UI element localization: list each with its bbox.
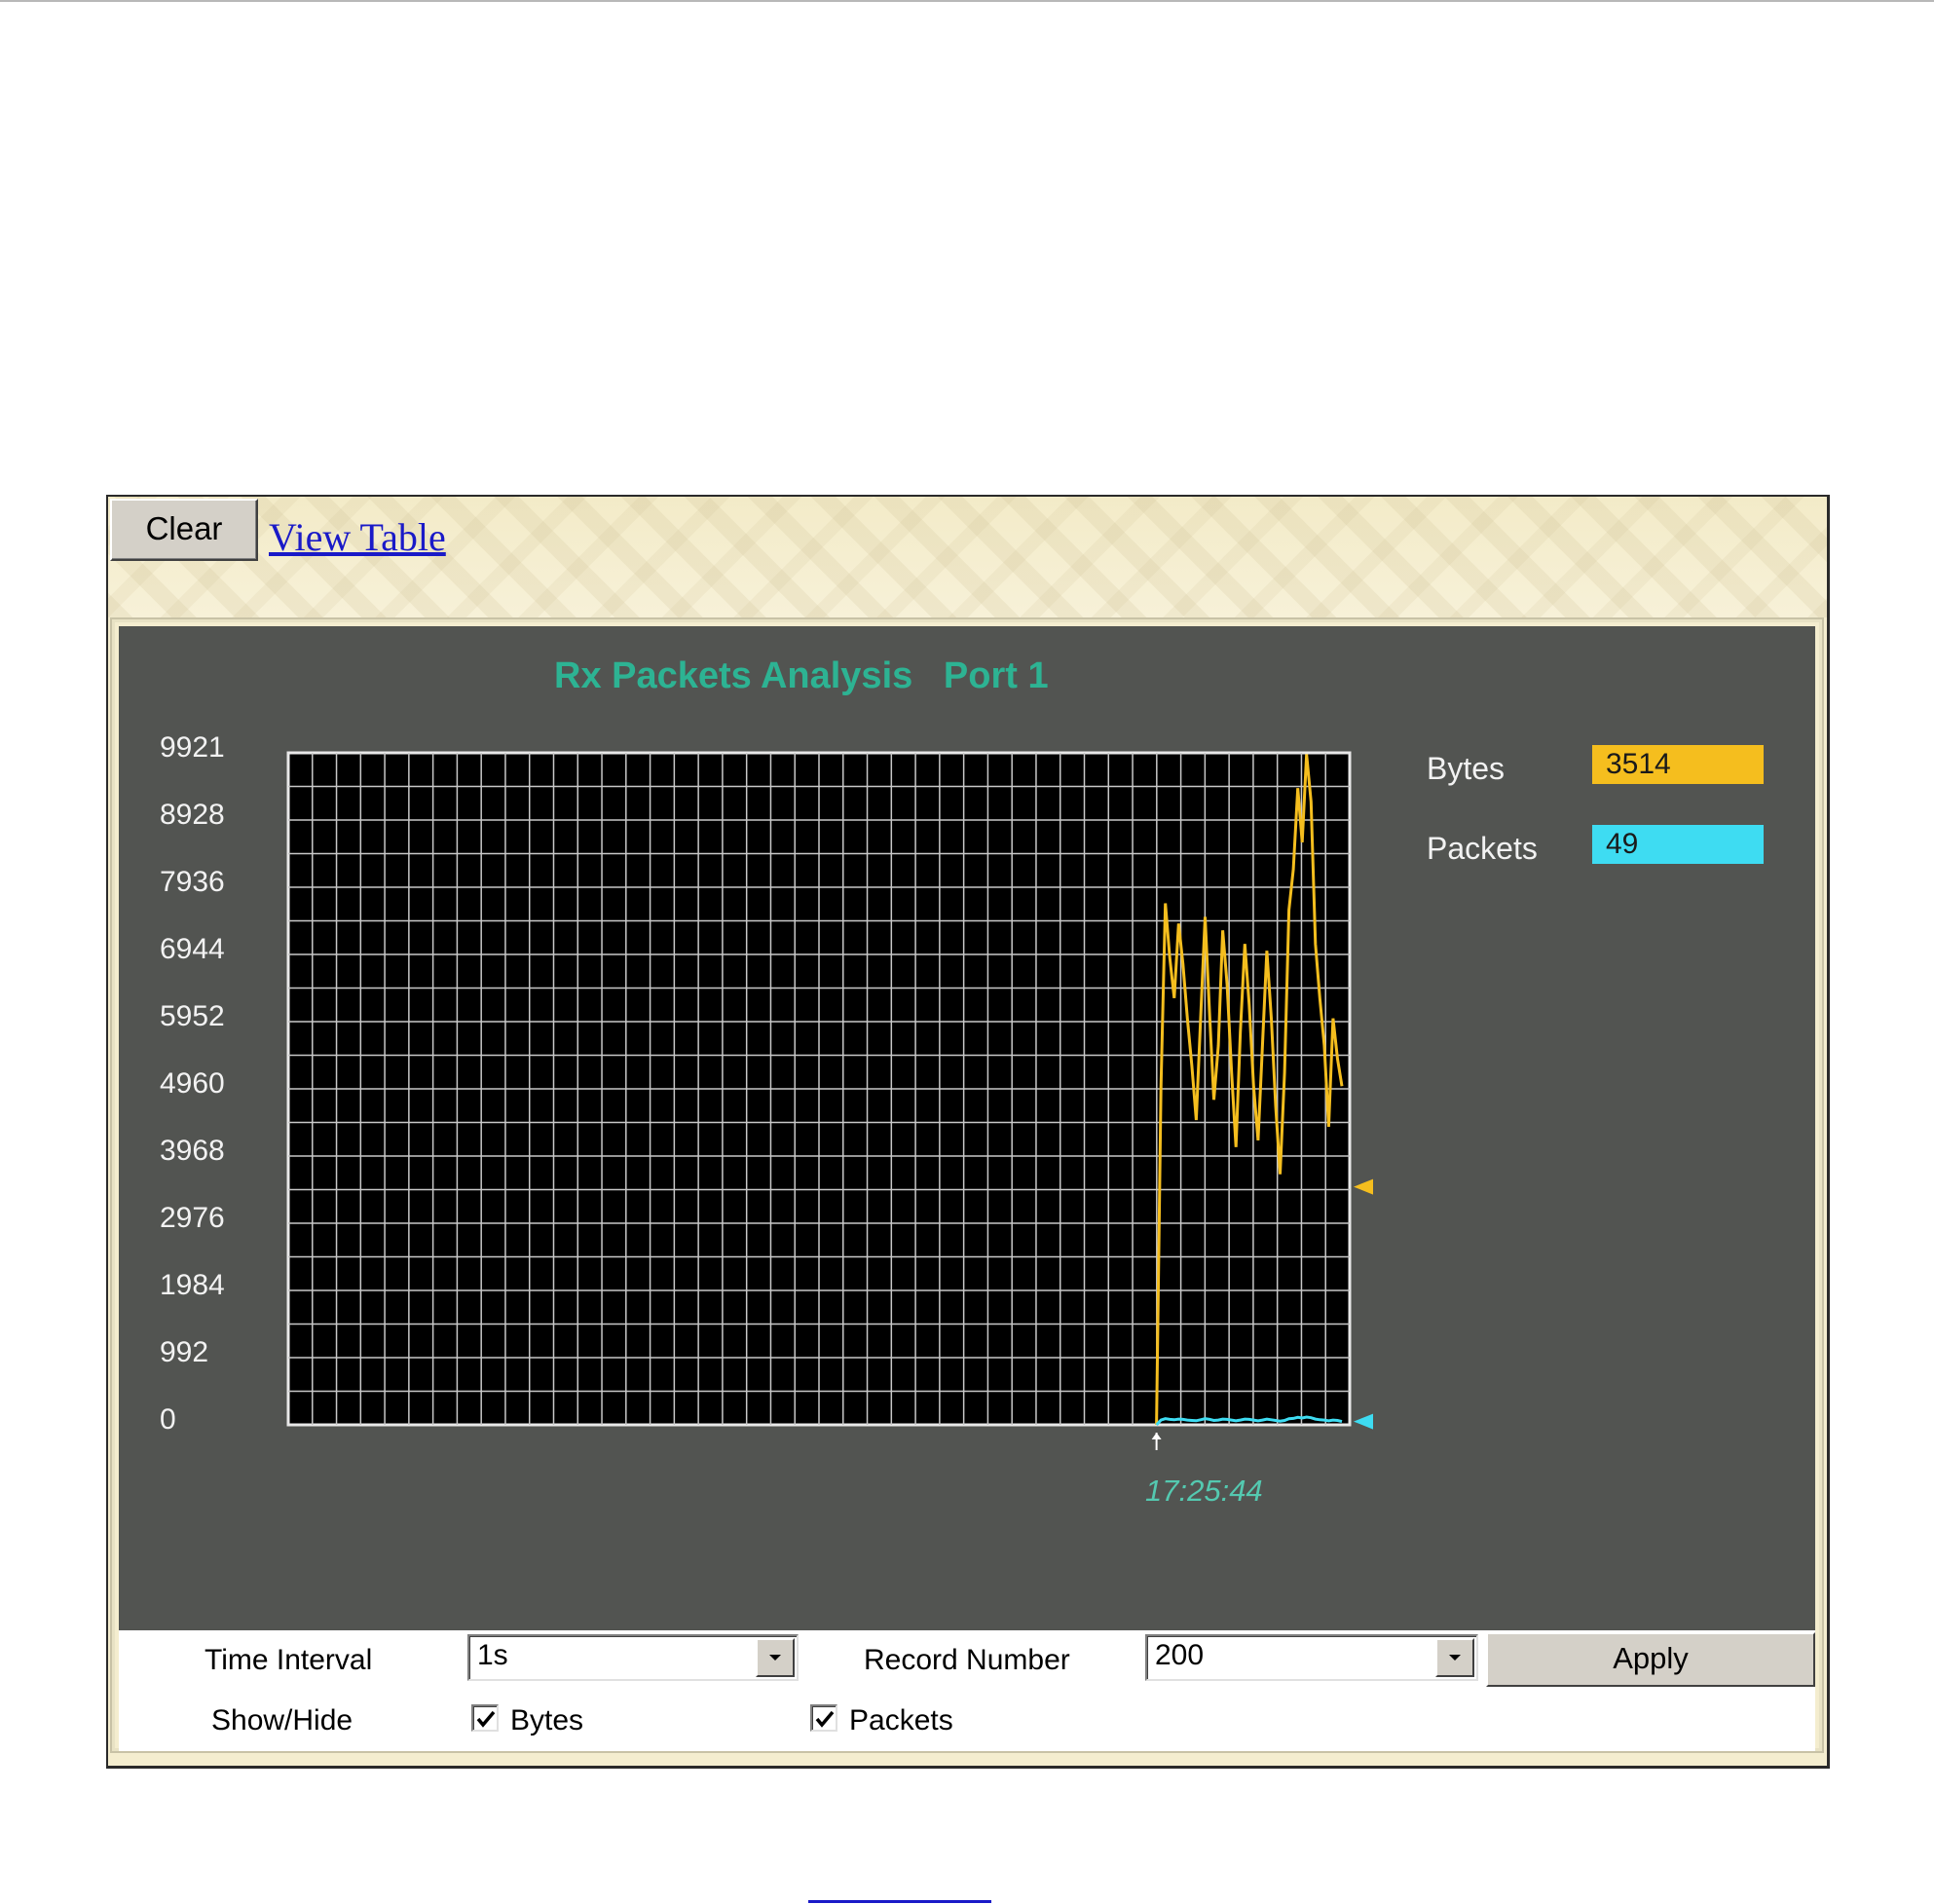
chart-area: Rx Packets Analysis Port 1 9921 8928 7936 6…	[119, 626, 1815, 1630]
checkmark-icon	[476, 1710, 496, 1728]
record-number-label: Record Number	[864, 1644, 1070, 1676]
analysis-panel: Clear View Table Rx Packets Analysis Por…	[106, 495, 1830, 1769]
time-interval-label: Time Interval	[205, 1644, 373, 1676]
time-interval-value: 1s	[477, 1639, 508, 1671]
checkmark-icon	[815, 1710, 835, 1728]
footer-link[interactable]	[808, 1900, 991, 1903]
chevron-down-icon[interactable]	[756, 1638, 795, 1677]
marker-bytes	[1354, 1178, 1373, 1195]
legend-value-bytes: 3514	[1592, 745, 1764, 784]
legend-value-packets: 49	[1592, 825, 1764, 864]
time-arrow-head-icon	[1151, 1433, 1162, 1439]
packets-checkbox-label: Packets	[849, 1704, 953, 1736]
show-hide-label: Show/Hide	[211, 1704, 353, 1736]
view-table-link[interactable]: View Table	[269, 514, 446, 560]
top-rule	[0, 0, 1934, 2]
bytes-checkbox[interactable]	[471, 1704, 499, 1732]
time-label: 17:25:44	[1145, 1474, 1263, 1508]
record-number-select[interactable]: 200	[1145, 1634, 1478, 1681]
apply-button[interactable]: Apply	[1486, 1632, 1815, 1687]
chevron-down-icon[interactable]	[1435, 1638, 1474, 1677]
time-interval-select[interactable]: 1s	[467, 1634, 799, 1681]
toolbar: Clear View Table	[108, 497, 1827, 617]
legend-label-bytes: Bytes	[1427, 751, 1506, 786]
record-number-value: 200	[1155, 1639, 1205, 1671]
legend-label-packets: Packets	[1427, 831, 1538, 866]
marker-packets	[1354, 1413, 1373, 1430]
packets-checkbox[interactable]	[810, 1704, 837, 1732]
chart-plot	[286, 751, 1373, 1450]
bytes-checkbox-label: Bytes	[510, 1704, 584, 1736]
controls-bar: Time Interval 1s Record Number 200 Apply…	[119, 1630, 1815, 1751]
clear-button[interactable]: Clear	[110, 499, 258, 561]
